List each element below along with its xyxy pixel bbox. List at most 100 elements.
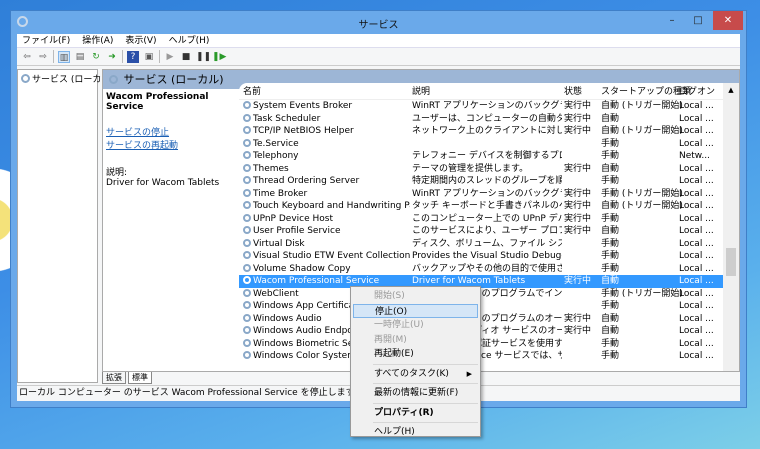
service-name: Time Broker bbox=[253, 188, 308, 199]
menu-action[interactable]: 操作(A) bbox=[82, 34, 113, 47]
service-logon: Local ... bbox=[679, 126, 714, 136]
service-row[interactable]: Visual Studio ETW Event Collection Se...… bbox=[239, 250, 723, 263]
service-name: Thread Ordering Server bbox=[253, 176, 360, 186]
service-status bbox=[562, 150, 599, 163]
menu-item-refresh[interactable]: 最新の情報に更新(F) bbox=[353, 386, 478, 401]
service-row[interactable]: Windows AudioWindows ベースのプログラムのオーディオを...… bbox=[239, 313, 723, 326]
service-status: 実行中 bbox=[564, 126, 592, 136]
menu-item-help[interactable]: ヘルプ(H) bbox=[353, 425, 478, 440]
service-startup-type: 自動 bbox=[601, 276, 620, 286]
stop-service-icon[interactable]: ■ bbox=[180, 51, 192, 63]
service-row[interactable]: TCP/IP NetBIOS Helper ネットワーク上のクライアントに対して、… bbox=[239, 125, 723, 138]
service-row[interactable]: System Events Broker WinRT アプリケーションのバックグラ… bbox=[239, 100, 723, 113]
export-list-icon[interactable]: ➜ bbox=[106, 51, 118, 63]
restart-service-icon[interactable]: ❚▶ bbox=[212, 51, 226, 63]
back-icon[interactable]: ⇦ bbox=[21, 51, 33, 63]
column-header-startup-type[interactable]: スタートアップの種類 bbox=[599, 85, 691, 99]
service-detail-panel: Wacom Professional Service サービスの停止 サービスの… bbox=[103, 89, 237, 191]
scrollbar-thumb[interactable] bbox=[726, 248, 736, 276]
show-action-pane-icon[interactable]: ▣ bbox=[143, 51, 155, 63]
service-row[interactable]: Themes テーマの管理を提供します。 実行中 自動 Local ... bbox=[239, 163, 723, 176]
service-name: UPnP Device Host bbox=[253, 213, 333, 224]
menu-item-restart[interactable]: 再起動(E) bbox=[353, 347, 478, 362]
service-logon: Local ... bbox=[679, 326, 714, 336]
service-row[interactable]: Te.Service 手動 Local ... bbox=[239, 138, 723, 151]
menu-file[interactable]: ファイル(F) bbox=[22, 34, 70, 47]
tab-standard[interactable]: 標準 bbox=[128, 372, 152, 384]
service-row[interactable]: Windows Color SystemWcsPlugInService サービ… bbox=[239, 350, 723, 363]
properties-icon[interactable]: ▤ bbox=[74, 51, 86, 63]
service-name: Telephony bbox=[253, 151, 299, 161]
service-row[interactable]: Touch Keyboard and Handwriting Pan...タッチ… bbox=[239, 200, 723, 213]
gear-icon bbox=[243, 238, 251, 247]
stop-service-link[interactable]: サービスの停止 bbox=[106, 125, 234, 138]
toolbar: ⇦ ⇨ ▥ ▤ ↻ ➜ ? ▣ ▶ ■ ❚❚ ❚▶ bbox=[17, 48, 740, 66]
service-row[interactable]: Windows Biometric ServiceWindows 生体認証サービ… bbox=[239, 338, 723, 351]
service-description: Provides the Visual Studio Debugge... bbox=[412, 251, 562, 261]
menu-item-all-tasks[interactable]: すべてのタスク(K) ▶ bbox=[353, 367, 478, 382]
service-status bbox=[562, 175, 599, 188]
column-header-name[interactable]: 名前 bbox=[239, 85, 410, 99]
close-button[interactable]: ✕ bbox=[713, 11, 743, 30]
service-row[interactable]: UPnP Device Host このコンピューター上での UPnP デバイスのホ… bbox=[239, 213, 723, 226]
service-startup-type: 自動 bbox=[601, 313, 620, 324]
column-header-status[interactable]: 状態 bbox=[562, 85, 599, 99]
service-description: バックアップやその他の目的で使用されるボリ... bbox=[412, 263, 562, 274]
menu-item-resume[interactable]: 再開(M) bbox=[353, 333, 478, 348]
service-row[interactable]: Task Scheduler ユーザーは、コンピューターの自動タスクを構...実行… bbox=[239, 113, 723, 126]
forward-icon[interactable]: ⇨ bbox=[37, 51, 49, 63]
service-name-cell: Te.Service bbox=[239, 138, 410, 151]
help-icon[interactable]: ? bbox=[127, 50, 139, 63]
service-row[interactable]: WebClientWindows ベースのプログラムでインターネッ...手動 (… bbox=[239, 288, 723, 301]
service-row[interactable]: Windows Audio Endpoint BuilderWindows オー… bbox=[239, 325, 723, 338]
gear-icon bbox=[243, 126, 251, 134]
show-hide-console-tree-icon[interactable]: ▥ bbox=[58, 50, 70, 63]
title-bar[interactable]: サービス – □ ✕ bbox=[11, 11, 746, 33]
service-row[interactable]: Telephony テレフォニー デバイスを制御するプログラムを... 手動 Netw… bbox=[239, 150, 723, 163]
service-logon: Local ... bbox=[679, 163, 714, 174]
menu-item-all-tasks-label: すべてのタスク(K) bbox=[374, 368, 449, 379]
service-logon: Local ... bbox=[679, 213, 714, 224]
menu-item-properties[interactable]: プロパティ(R) bbox=[353, 406, 478, 421]
service-description: WinRT アプリケーションのバックグラウンド処... bbox=[412, 188, 562, 199]
service-name: Virtual Disk bbox=[253, 238, 305, 249]
service-startup-type: 手動 bbox=[601, 138, 620, 149]
scroll-up-icon[interactable]: ▲ bbox=[723, 86, 739, 94]
service-startup-type: 自動 (トリガー開始) bbox=[601, 201, 683, 211]
vertical-scrollbar[interactable]: ▲ bbox=[723, 83, 739, 371]
service-logon: Local ... bbox=[679, 301, 714, 311]
menu-item-start[interactable]: 開始(S) bbox=[353, 289, 478, 304]
tree-item-services-local[interactable]: サービス (ローカル) bbox=[18, 70, 114, 87]
service-startup-type: 手動 bbox=[601, 176, 620, 186]
service-description: タッチ キーボードと手書きパネルのペンおよび... bbox=[412, 201, 562, 211]
service-row[interactable]: Time Broker WinRT アプリケーションのバックグラウンド処...実行… bbox=[239, 188, 723, 201]
service-row[interactable]: Wacom Professional Service Driver for Wac… bbox=[239, 275, 723, 288]
service-row[interactable]: Volume Shadow Copy バックアップやその他の目的で使用されるボリ.… bbox=[239, 263, 723, 276]
menu-view[interactable]: 表示(V) bbox=[125, 34, 156, 47]
menu-separator bbox=[373, 363, 478, 365]
maximize-button[interactable]: □ bbox=[686, 11, 710, 30]
service-row[interactable]: User Profile Service このサービスにより、ユーザー プロファイ… bbox=[239, 225, 723, 238]
menu-bar: ファイル(F) 操作(A) 表示(V) ヘルプ(H) bbox=[17, 34, 740, 48]
service-row[interactable]: Thread Ordering Server 特定期間内のスレッドのグループを順序… bbox=[239, 175, 723, 188]
column-header-logon[interactable]: ログオン bbox=[677, 85, 723, 99]
menu-help[interactable]: ヘルプ(H) bbox=[169, 34, 210, 47]
minimize-button[interactable]: – bbox=[660, 11, 684, 30]
pause-service-icon[interactable]: ❚❚ bbox=[196, 51, 211, 63]
service-startup-type: 手動 bbox=[601, 238, 620, 249]
service-row[interactable]: Windows App Certification Kit Fast... 手動 L… bbox=[239, 300, 723, 313]
menu-item-pause[interactable]: 一時停止(U) bbox=[353, 318, 478, 333]
gear-icon bbox=[243, 326, 251, 334]
restart-service-link[interactable]: サービスの再起動 bbox=[106, 138, 234, 151]
service-logon: Local ... bbox=[679, 201, 714, 211]
tab-extended[interactable]: 拡張 bbox=[102, 372, 126, 384]
gear-icon bbox=[243, 276, 251, 284]
column-header-description[interactable]: 説明 bbox=[410, 85, 562, 99]
service-startup-type: 自動 bbox=[601, 226, 620, 236]
refresh-icon[interactable]: ↻ bbox=[90, 51, 102, 63]
service-name-cell: UPnP Device Host bbox=[239, 213, 410, 226]
gear-icon bbox=[243, 113, 251, 122]
menu-item-stop[interactable]: 停止(O) bbox=[353, 303, 478, 318]
start-service-icon[interactable]: ▶ bbox=[164, 51, 176, 63]
service-row[interactable]: Virtual Disk ディスク、ボリューム、ファイル システム、および... 手… bbox=[239, 238, 723, 251]
